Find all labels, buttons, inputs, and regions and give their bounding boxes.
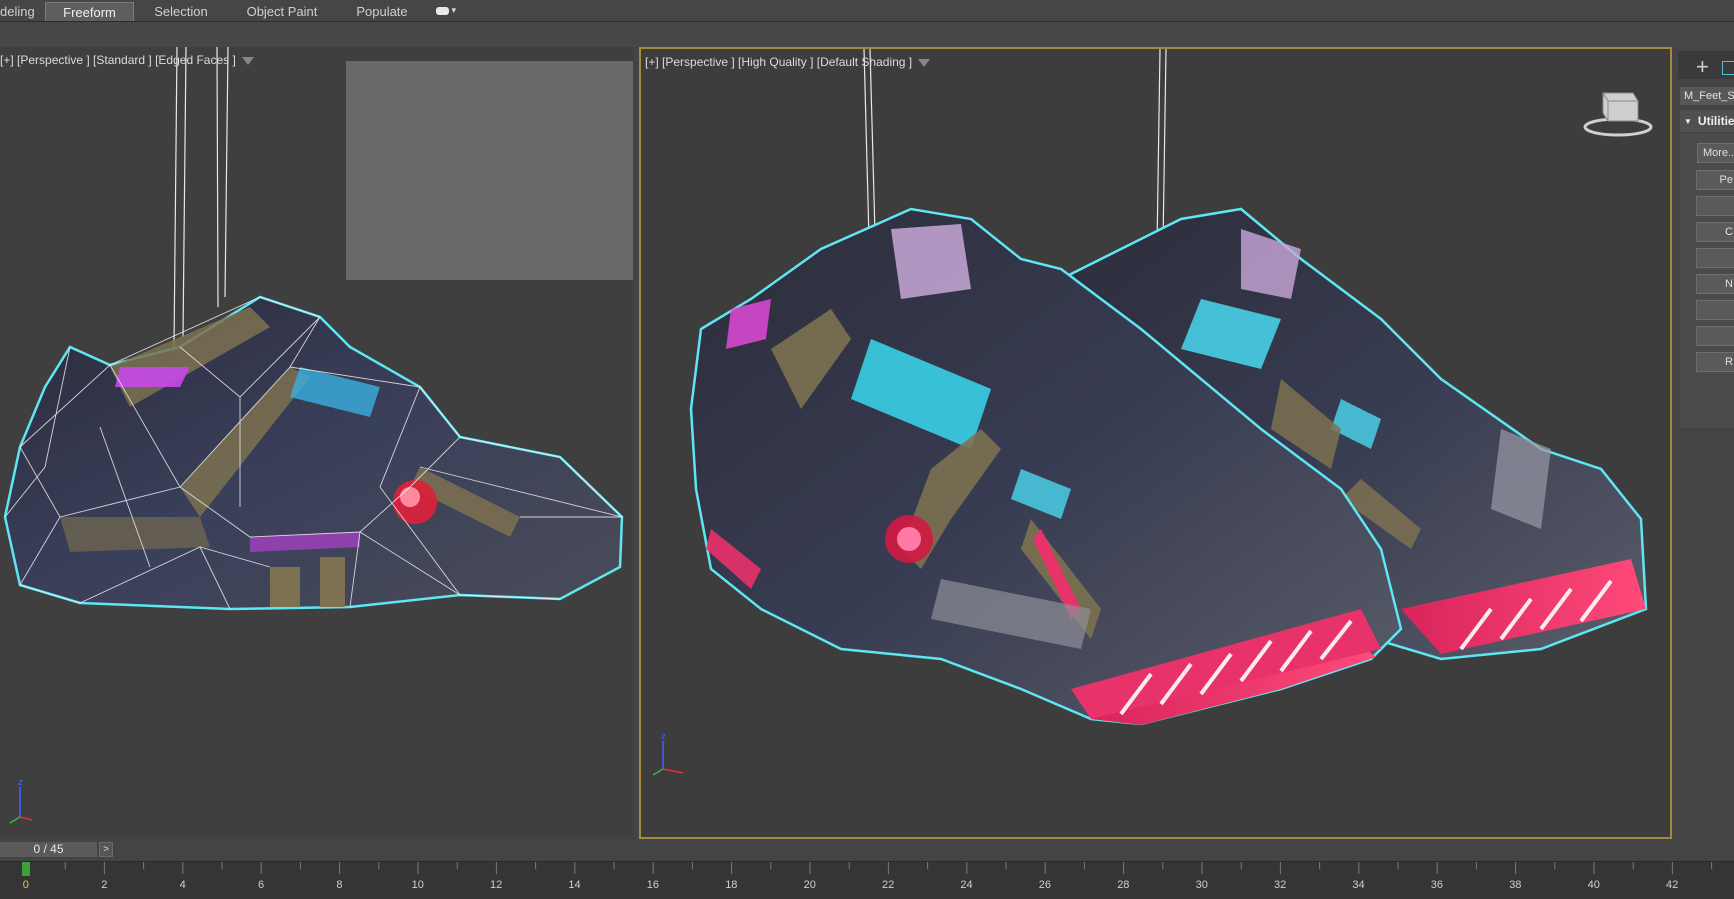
utility-button-8[interactable]: R	[1696, 352, 1734, 372]
viewport-label-left[interactable]: [+] [Perspective ] [Standard ] [Edged Fa…	[0, 53, 254, 67]
timeline-tick-label: 16	[646, 879, 660, 891]
timeline-tick-label: 42	[1666, 879, 1679, 891]
overlay-panel	[346, 61, 633, 280]
current-frame-marker[interactable]	[22, 862, 30, 876]
time-slider-frame-counter[interactable]: 0 / 45	[0, 842, 97, 857]
utility-button-1[interactable]: Pe	[1696, 170, 1734, 190]
timeline-tick-label: 2	[101, 879, 108, 891]
timeline-tick-label: 12	[490, 879, 503, 891]
axis-gizmo-right: z	[652, 732, 684, 776]
svg-text:z: z	[661, 732, 666, 742]
funnel-icon[interactable]	[241, 56, 254, 65]
timeline-tick-label: 14	[568, 879, 581, 891]
timeline-tick-label: 40	[1587, 879, 1600, 891]
tab-modeling[interactable]: deling	[0, 2, 40, 21]
timeline-tick-label: 24	[960, 879, 973, 891]
collapse-icon: ▼	[1684, 116, 1692, 126]
timeline-track[interactable]: 0 2 4 6 8 10 12 14 16 18 20 22 24 26 28 30 32 34 36 38 40 42	[0, 861, 1734, 899]
utility-button-5[interactable]: N	[1696, 274, 1734, 294]
timeline-tick-label: 20	[803, 879, 816, 891]
utility-button-3[interactable]: C	[1696, 222, 1734, 242]
shoes-shaded-render: z	[652, 49, 1648, 776]
tab-populate[interactable]: Populate	[340, 2, 424, 21]
modify-icon[interactable]	[1722, 61, 1734, 75]
utilities-rollout-header[interactable]: ▼ Utilitie	[1680, 110, 1734, 132]
timeline-tick-label: 0	[22, 879, 29, 891]
time-slider-row: 0 / 45 >	[0, 839, 1734, 861]
plus-icon[interactable]: +	[1696, 56, 1709, 78]
command-panel: + M_Feet_S ▼ Utilitie More... Pe C N R	[1672, 47, 1734, 839]
timeline-tick-label: 32	[1274, 879, 1287, 891]
command-panel-tabs: +	[1678, 51, 1734, 79]
timeline-tick-label: 38	[1509, 879, 1522, 891]
viewport-right-perspective[interactable]: z [+] [Perspective ] [High Quality ] [De…	[639, 47, 1672, 839]
viewcube-icon[interactable]	[1583, 83, 1653, 139]
ribbon-options-dropdown[interactable]: ▾	[436, 5, 458, 17]
funnel-icon[interactable]	[918, 58, 931, 67]
next-frame-button[interactable]: >	[99, 842, 113, 857]
ribbon-panel-collapsed	[0, 22, 1734, 47]
tab-freeform[interactable]: Freeform	[45, 2, 134, 21]
axis-gizmo-left: z	[9, 778, 33, 824]
timeline-tick-label: 8	[336, 879, 343, 891]
utility-button-6[interactable]	[1696, 300, 1734, 320]
timeline-tick-label: 18	[725, 879, 738, 891]
utility-button-7[interactable]	[1696, 326, 1734, 346]
chevron-down-icon: ▾	[451, 5, 457, 15]
svg-text:z: z	[18, 778, 23, 788]
ribbon-options-icon	[436, 6, 449, 15]
timeline-tick-label: 22	[882, 879, 895, 891]
more-button[interactable]: More...	[1697, 143, 1734, 163]
ribbon-tabs: deling Freeform Selection Object Paint P…	[0, 0, 1734, 22]
viewport-label-right[interactable]: [+] [Perspective ] [High Quality ] [Defa…	[645, 55, 931, 69]
tab-object-paint[interactable]: Object Paint	[232, 2, 332, 21]
timeline-tick-label: 4	[179, 879, 186, 891]
utility-button-2[interactable]	[1696, 196, 1734, 216]
viewport-left-perspective[interactable]: z [+] [Perspective ] [Standard ] [Edged …	[0, 47, 633, 839]
timeline-tick-label: 34	[1352, 879, 1365, 891]
timeline-tick-label: 30	[1195, 879, 1208, 891]
tab-selection[interactable]: Selection	[140, 2, 222, 21]
utility-button-4[interactable]	[1696, 248, 1734, 268]
timeline-tick-label: 10	[411, 879, 424, 891]
timeline-tick-label: 26	[1038, 879, 1052, 891]
timeline-tick-label: 28	[1117, 879, 1130, 891]
timeline-tick-label: 6	[258, 879, 265, 891]
timeline-tick-label: 36	[1430, 879, 1444, 891]
object-name-field[interactable]: M_Feet_S	[1680, 87, 1734, 105]
